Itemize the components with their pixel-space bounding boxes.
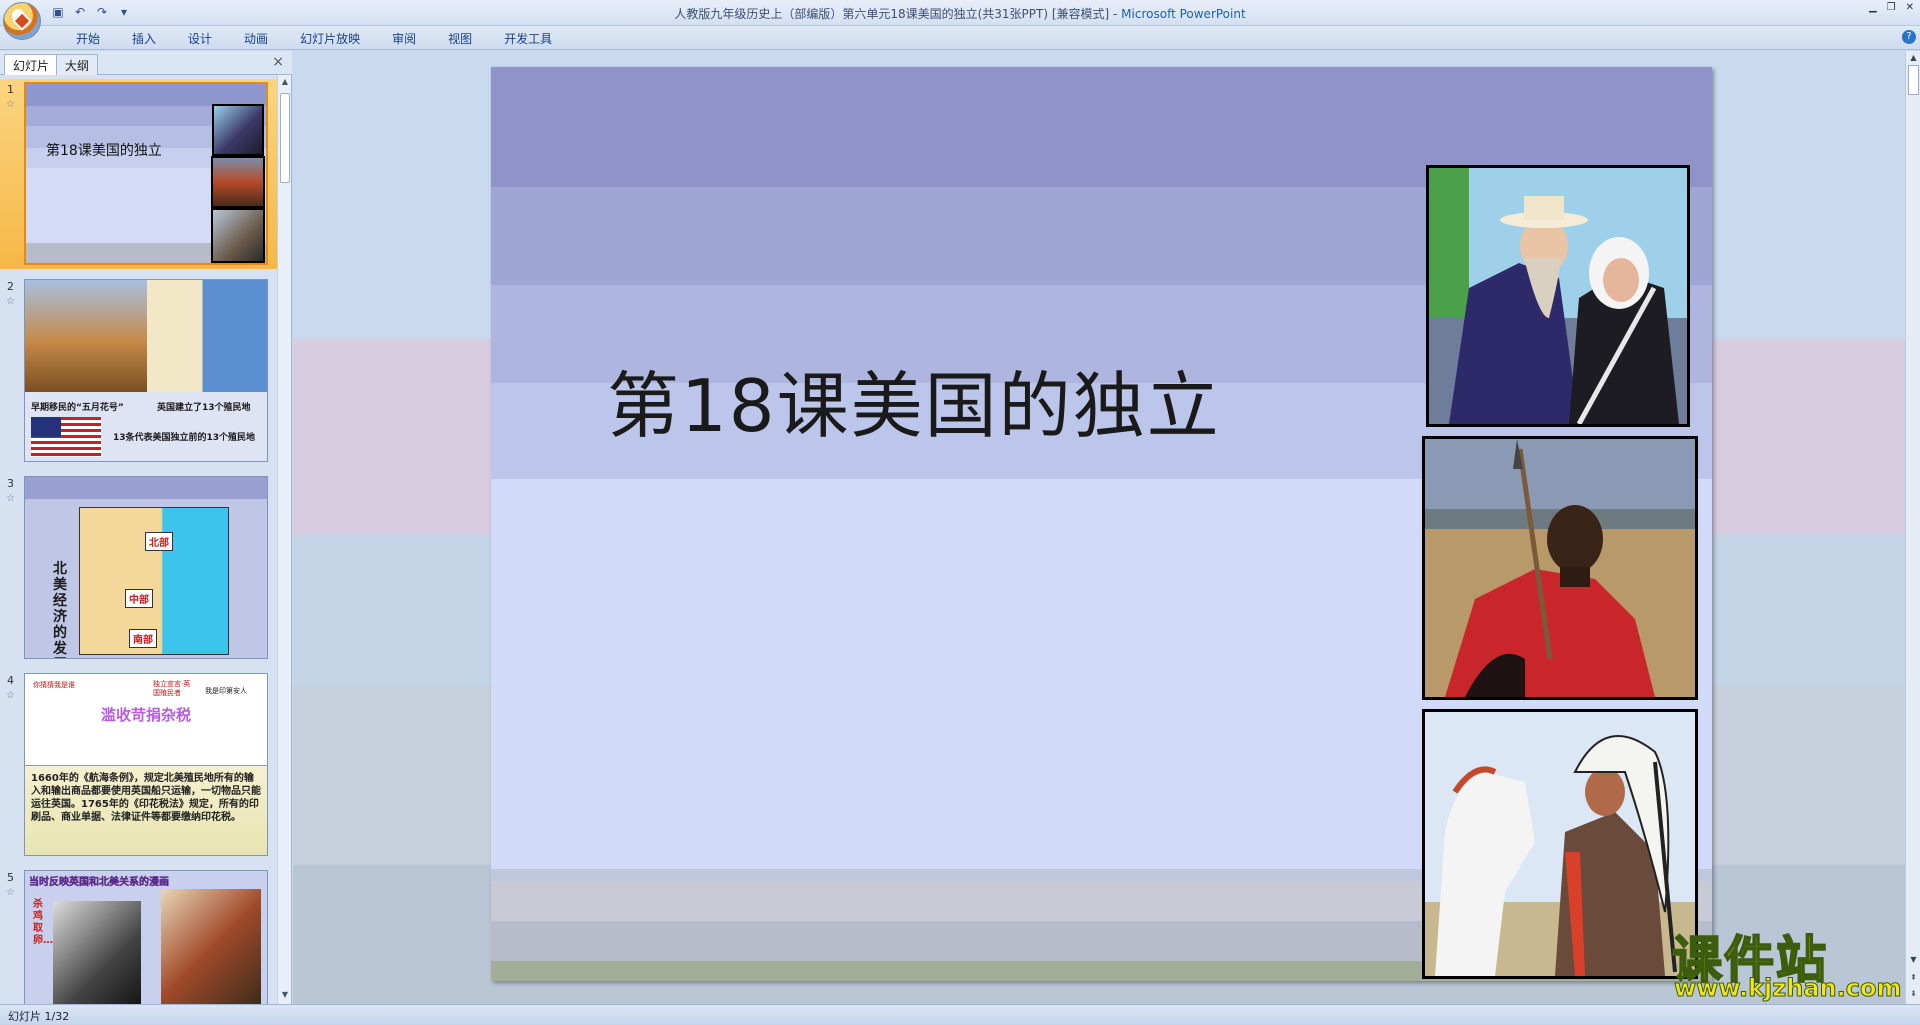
thumbnail-side-text: 杀鸡取卵… bbox=[33, 899, 53, 946]
mayflower-image bbox=[25, 280, 147, 392]
title-separator: - bbox=[1109, 7, 1122, 21]
animation-star-icon: ☆ bbox=[6, 887, 15, 898]
slide-counter: 幻灯片 1/32 bbox=[8, 1010, 70, 1023]
office-logo-icon bbox=[12, 11, 32, 31]
tab-slideshow[interactable]: 幻灯片放映 bbox=[284, 30, 376, 47]
maasai-warrior-photo[interactable] bbox=[1422, 436, 1698, 700]
main-scrollbar[interactable]: ▲ ▼ ⇞ ⇟ bbox=[1905, 51, 1920, 1004]
current-slide[interactable]: 第18课美国的独立 bbox=[491, 67, 1712, 981]
minimize-icon[interactable]: ▁ bbox=[1869, 2, 1877, 13]
document-title: 人教版九年级历史上（部编版）第六单元18课美国的独立(共31张PPT) [兼容模… bbox=[674, 7, 1110, 21]
thumbnail-text: 1660年的《航海条例》，规定北美殖民地所有的输入和输出商品都要使用英国船只运输… bbox=[31, 773, 261, 823]
tab-view[interactable]: 视图 bbox=[432, 30, 488, 47]
title-bar: ▣ ↶ ↷ ▾ 人教版九年级历史上（部编版）第六单元18课美国的独立(共31张P… bbox=[0, 0, 1920, 40]
slide-thumbnail-5[interactable]: 5 ☆ 当时反映英国和北美关系的漫画 杀鸡取卵… bbox=[0, 867, 278, 1004]
slide-title[interactable]: 第18课美国的独立 bbox=[607, 347, 1221, 452]
map-label: 中部 bbox=[125, 589, 153, 608]
tab-design[interactable]: 设计 bbox=[172, 30, 228, 47]
tab-developer[interactable]: 开发工具 bbox=[488, 30, 568, 47]
thumbnail-photo bbox=[211, 156, 265, 208]
thumbnail-list: 1 ☆ 第18课美国的独立 2 ☆ 早期移民的“五月花号” 英国建立了13个殖民… bbox=[0, 79, 278, 1004]
restore-icon[interactable]: ❐ bbox=[1887, 2, 1896, 13]
scroll-down-icon[interactable]: ▼ bbox=[1908, 955, 1919, 964]
window-title: 人教版九年级历史上（部编版）第六单元18课美国的独立(共31张PPT) [兼容模… bbox=[0, 5, 1920, 22]
window-controls: ▁ ❐ ✕ bbox=[1869, 2, 1914, 13]
thumbnail-vertical-title: 北美经济的发展 bbox=[53, 561, 67, 658]
scroll-up-icon[interactable]: ▲ bbox=[1908, 53, 1919, 62]
slide-thumbnail-3[interactable]: 3 ☆ 北美经济的发展 北部 中部 南部 bbox=[0, 473, 278, 663]
panel-tabs: 幻灯片 大纲 × bbox=[0, 51, 292, 75]
office-button[interactable] bbox=[3, 2, 41, 40]
animation-star-icon: ☆ bbox=[6, 296, 15, 307]
help-icon[interactable]: ? bbox=[1902, 30, 1916, 44]
thumbnail-number: 4 bbox=[7, 674, 14, 687]
slide-thumbnail-2[interactable]: 2 ☆ 早期移民的“五月花号” 英国建立了13个殖民地 13条代表美国独立前的1… bbox=[0, 276, 278, 466]
watermark-url: www.kjzhan.com bbox=[1673, 974, 1902, 1003]
animation-star-icon: ☆ bbox=[6, 493, 15, 504]
site-watermark: 课件站 www.kjzhan.com bbox=[1670, 920, 1906, 1003]
thumbnail-caption: 早期移民的“五月花号” bbox=[31, 403, 124, 413]
tab-slides[interactable]: 幻灯片 bbox=[4, 54, 59, 75]
thumbnail-number: 5 bbox=[7, 871, 14, 884]
thumbnail-number: 1 bbox=[7, 83, 14, 96]
slide-thumbnail-1[interactable]: 1 ☆ 第18课美国的独立 bbox=[0, 79, 278, 269]
thumbnail-photo bbox=[212, 104, 264, 156]
cartoon-image bbox=[161, 889, 261, 1004]
map-image bbox=[147, 280, 267, 392]
thumbnail-caption: 英国建立了13个殖民地 bbox=[157, 403, 251, 413]
app-name: Microsoft PowerPoint bbox=[1121, 7, 1246, 21]
close-icon[interactable]: ✕ bbox=[1906, 2, 1914, 13]
close-panel-icon[interactable]: × bbox=[272, 54, 284, 70]
slide-thumbnail-4[interactable]: 4 ☆ 你猜猜我是谁 独立宣言·英国殖民者 我是印第安人 滥收苛捐杂税 1660… bbox=[0, 670, 278, 860]
scrollbar-thumb[interactable] bbox=[1908, 65, 1919, 95]
animation-star-icon: ☆ bbox=[6, 99, 15, 110]
map-label: 北部 bbox=[145, 532, 173, 551]
tab-review[interactable]: 审阅 bbox=[376, 30, 432, 47]
tab-animations[interactable]: 动画 bbox=[228, 30, 284, 47]
thumbnail-number: 2 bbox=[7, 280, 14, 293]
status-bar: 幻灯片 1/32 bbox=[0, 1004, 1920, 1025]
cartoon-bubble: 我是印第安人 bbox=[205, 687, 247, 695]
map-label: 南部 bbox=[129, 629, 157, 648]
scroll-up-icon[interactable]: ▲ bbox=[280, 77, 290, 89]
native-american-chief-photo[interactable] bbox=[1422, 709, 1698, 979]
tab-insert[interactable]: 插入 bbox=[116, 30, 172, 47]
scrollbar-thumb[interactable] bbox=[280, 93, 290, 183]
cartoon-bubble: 独立宣言·英国殖民者 bbox=[153, 680, 191, 697]
amish-couple-photo[interactable] bbox=[1426, 165, 1690, 427]
next-slide-icon[interactable]: ⇟ bbox=[1908, 989, 1919, 998]
animation-star-icon: ☆ bbox=[6, 690, 15, 701]
thumbnail-photo bbox=[211, 208, 265, 263]
thumbnail-title: 第18课美国的独立 bbox=[46, 143, 162, 159]
ribbon: 开始 插入 设计 动画 幻灯片放映 审阅 视图 开发工具 ? bbox=[0, 26, 1920, 50]
cartoon-image bbox=[53, 901, 141, 1004]
thumbnail-preview: 第18课美国的独立 bbox=[24, 82, 268, 265]
thumbnail-title: 当时反映英国和北美关系的漫画 bbox=[29, 877, 169, 888]
tab-home[interactable]: 开始 bbox=[60, 30, 116, 47]
cartoon-banner: 滥收苛捐杂税 bbox=[101, 706, 192, 724]
thumbnail-preview: 早期移民的“五月花号” 英国建立了13个殖民地 13条代表美国独立前的13个殖民… bbox=[24, 279, 268, 462]
ribbon-tabs: 开始 插入 设计 动画 幻灯片放映 审阅 视图 开发工具 bbox=[60, 30, 568, 47]
previous-slide-icon[interactable]: ⇞ bbox=[1908, 973, 1919, 982]
cartoon-bubble: 你猜猜我是谁 bbox=[33, 681, 75, 689]
scroll-down-icon[interactable]: ▼ bbox=[280, 990, 290, 1002]
thumbnail-caption: 13条代表美国独立前的13个殖民地 bbox=[113, 433, 256, 443]
thumbnail-scrollbar[interactable]: ▲ ▼ bbox=[277, 75, 291, 1004]
thumbnail-preview: 北美经济的发展 北部 中部 南部 bbox=[24, 476, 268, 659]
thumbnail-number: 3 bbox=[7, 477, 14, 490]
thumbnail-preview: 当时反映英国和北美关系的漫画 杀鸡取卵… bbox=[24, 870, 268, 1004]
tab-outline[interactable]: 大纲 bbox=[56, 54, 99, 75]
thumbnail-preview: 你猜猜我是谁 独立宣言·英国殖民者 我是印第安人 滥收苛捐杂税 1660年的《航… bbox=[24, 673, 268, 856]
slides-panel: 幻灯片 大纲 × 1 ☆ 第18课美国的独立 2 ☆ 早期移民的“五月花号” 英… bbox=[0, 51, 292, 1004]
us-flag-image bbox=[31, 417, 101, 457]
